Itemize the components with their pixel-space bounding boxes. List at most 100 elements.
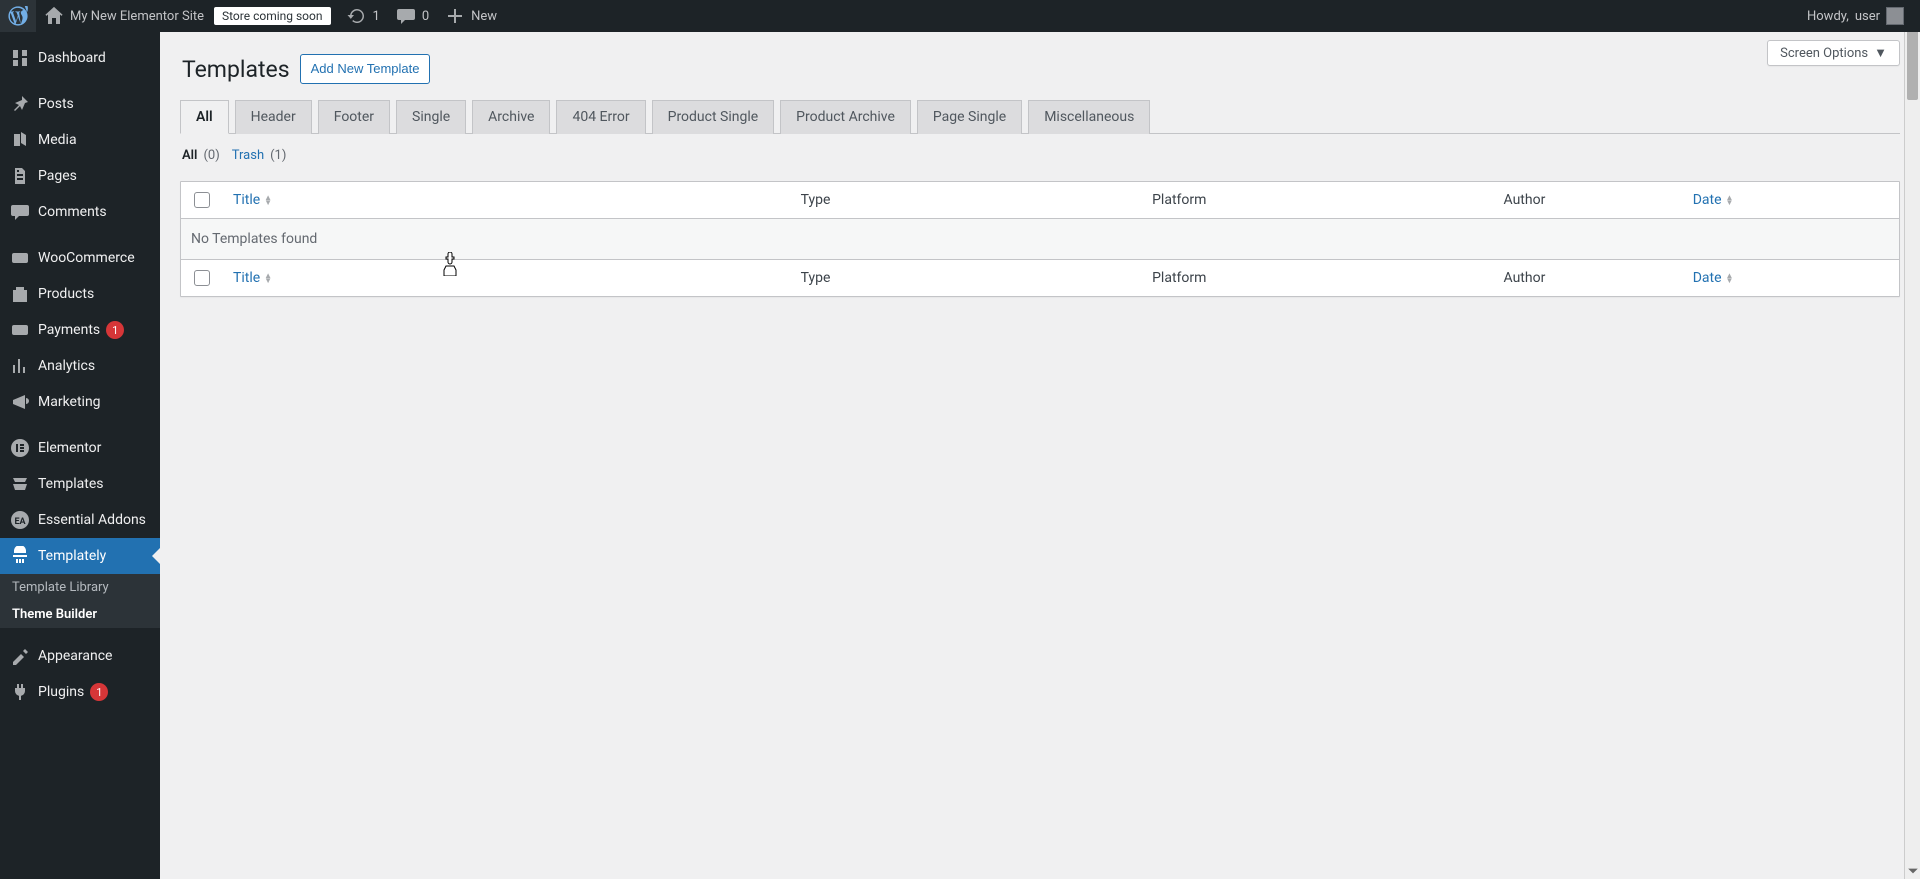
sidebar-item-pages[interactable]: Pages bbox=[0, 158, 160, 194]
sidebar-item-label: WooCommerce bbox=[38, 250, 135, 266]
col-date-foot[interactable]: Date ▲▼ bbox=[1683, 260, 1899, 296]
sidebar-item-templates[interactable]: Templates bbox=[0, 466, 160, 502]
sidebar-item-label: Analytics bbox=[38, 358, 95, 374]
col-platform-foot: Platform bbox=[1142, 260, 1493, 296]
sort-icon: ▲▼ bbox=[1726, 273, 1734, 283]
sidebar-item-label: Elementor bbox=[38, 440, 101, 456]
appearance-icon bbox=[10, 646, 30, 666]
wordpress-logo-menu[interactable] bbox=[0, 0, 36, 32]
badge-count: 1 bbox=[106, 321, 124, 339]
tab-404[interactable]: 404 Error bbox=[556, 100, 645, 134]
sidebar-item-label: Media bbox=[38, 132, 77, 148]
col-date[interactable]: Date ▲▼ bbox=[1683, 182, 1899, 218]
new-content-menu[interactable]: New bbox=[437, 0, 505, 32]
comment-icon bbox=[396, 6, 416, 26]
sidebar-item-label: Plugins bbox=[38, 684, 84, 700]
sidebar-item-label: Essential Addons bbox=[38, 512, 146, 528]
sidebar-item-marketing[interactable]: Marketing bbox=[0, 384, 160, 420]
col-title[interactable]: Title ▲▼ bbox=[223, 182, 791, 218]
submenu-template-library[interactable]: Template Library bbox=[0, 574, 160, 601]
user-name-label: user bbox=[1855, 9, 1880, 24]
sidebar-item-label: Appearance bbox=[38, 648, 112, 664]
sidebar-item-label: Products bbox=[38, 286, 94, 302]
select-all-checkbox-bottom[interactable] bbox=[194, 270, 210, 286]
plugins-icon bbox=[10, 682, 30, 702]
window-scrollbar[interactable] bbox=[1904, 0, 1920, 879]
tab-archive[interactable]: Archive bbox=[472, 100, 550, 134]
sidebar-item-label: Marketing bbox=[38, 394, 101, 410]
filter-all-label[interactable]: All bbox=[182, 148, 197, 163]
tab-page-single[interactable]: Page Single bbox=[917, 100, 1022, 134]
templates-icon bbox=[10, 474, 30, 494]
sidebar-item-woocommerce[interactable]: WooCommerce bbox=[0, 240, 160, 276]
site-name-menu[interactable]: My New Elementor Site Store coming soon bbox=[36, 0, 339, 32]
payments-icon bbox=[10, 320, 30, 340]
howdy-prefix: Howdy, bbox=[1807, 9, 1849, 24]
pages-icon bbox=[10, 166, 30, 186]
sidebar-item-label: Templately bbox=[38, 548, 106, 564]
sidebar-item-payments[interactable]: Payments 1 bbox=[0, 312, 160, 348]
updates-menu[interactable]: 1 bbox=[339, 0, 388, 32]
tab-header[interactable]: Header bbox=[235, 100, 312, 134]
plus-icon bbox=[445, 6, 465, 26]
my-account-menu[interactable]: Howdy, user bbox=[1799, 0, 1912, 32]
woocommerce-icon bbox=[10, 248, 30, 268]
comments-icon bbox=[10, 202, 30, 222]
sidebar-item-elementor[interactable]: Elementor bbox=[0, 430, 160, 466]
tab-footer[interactable]: Footer bbox=[318, 100, 390, 134]
svg-text:EA: EA bbox=[14, 517, 26, 527]
tab-miscellaneous[interactable]: Miscellaneous bbox=[1028, 100, 1150, 134]
col-title-foot[interactable]: Title ▲▼ bbox=[223, 260, 791, 296]
scroll-down-arrow-icon[interactable] bbox=[1905, 865, 1920, 877]
pin-icon bbox=[10, 94, 30, 114]
tab-all[interactable]: All bbox=[180, 100, 229, 134]
tab-single[interactable]: Single bbox=[396, 100, 466, 134]
submenu-theme-builder[interactable]: Theme Builder bbox=[0, 601, 160, 628]
analytics-icon bbox=[10, 356, 30, 376]
status-filters: All (0) Trash (1) bbox=[182, 148, 1900, 163]
sidebar-item-plugins[interactable]: Plugins 1 bbox=[0, 674, 160, 710]
sort-icon: ▲▼ bbox=[264, 195, 272, 205]
template-type-tabs: All Header Footer Single Archive 404 Err… bbox=[180, 100, 1900, 133]
sidebar-item-posts[interactable]: Posts bbox=[0, 86, 160, 122]
screen-options-button[interactable]: Screen Options ▼ bbox=[1767, 40, 1900, 66]
chevron-down-icon: ▼ bbox=[1874, 45, 1887, 61]
add-new-template-button[interactable]: Add New Template bbox=[300, 54, 431, 84]
tab-product-archive[interactable]: Product Archive bbox=[780, 100, 911, 134]
sidebar-item-comments[interactable]: Comments bbox=[0, 194, 160, 230]
update-icon bbox=[347, 6, 367, 26]
col-platform: Platform bbox=[1142, 182, 1493, 218]
col-author-foot: Author bbox=[1494, 260, 1683, 296]
wordpress-icon bbox=[8, 6, 28, 26]
sidebar-item-dashboard[interactable]: Dashboard bbox=[0, 40, 160, 76]
dashboard-icon bbox=[10, 48, 30, 68]
comments-count: 0 bbox=[422, 9, 429, 24]
admin-menu-sidebar: Dashboard Posts Media Pages Comments Woo… bbox=[0, 32, 160, 879]
table-footer-row: Title ▲▼ Type Platform Author Date ▲▼ bbox=[181, 259, 1899, 296]
sort-icon: ▲▼ bbox=[264, 273, 272, 283]
sidebar-item-appearance[interactable]: Appearance bbox=[0, 638, 160, 674]
filter-trash-count: (1) bbox=[270, 148, 286, 163]
elementor-icon bbox=[10, 438, 30, 458]
sidebar-item-analytics[interactable]: Analytics bbox=[0, 348, 160, 384]
products-icon bbox=[10, 284, 30, 304]
select-all-checkbox-top[interactable] bbox=[194, 192, 210, 208]
new-label: New bbox=[471, 9, 497, 24]
filter-trash-link[interactable]: Trash bbox=[232, 148, 264, 163]
comments-menu[interactable]: 0 bbox=[388, 0, 437, 32]
sidebar-item-media[interactable]: Media bbox=[0, 122, 160, 158]
store-status-badge: Store coming soon bbox=[214, 7, 331, 25]
sidebar-item-essential-addons[interactable]: EA Essential Addons bbox=[0, 502, 160, 538]
tab-product-single[interactable]: Product Single bbox=[652, 100, 775, 134]
filter-all-count: (0) bbox=[203, 148, 219, 163]
essential-addons-icon: EA bbox=[10, 510, 30, 530]
screen-options-label: Screen Options bbox=[1780, 46, 1868, 61]
col-author: Author bbox=[1494, 182, 1683, 218]
sidebar-item-label: Comments bbox=[38, 204, 107, 220]
templately-icon bbox=[10, 546, 30, 566]
sidebar-item-products[interactable]: Products bbox=[0, 276, 160, 312]
sidebar-item-label: Posts bbox=[38, 96, 74, 112]
site-name-label: My New Elementor Site bbox=[70, 9, 204, 24]
sidebar-item-templately[interactable]: Templately bbox=[0, 538, 160, 574]
main-content: Screen Options ▼ Templates Add New Templ… bbox=[160, 32, 1920, 337]
